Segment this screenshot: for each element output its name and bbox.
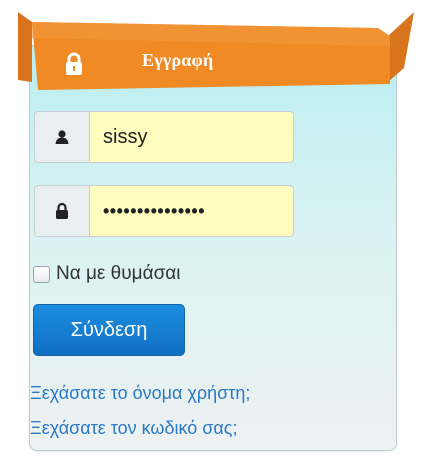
password-field[interactable]: ••••••••••••••• bbox=[34, 185, 294, 237]
forgot-password-link[interactable]: Ξεχάσατε τον κωδικό σας; bbox=[30, 418, 237, 439]
header-ribbon: Εγγραφή bbox=[18, 12, 414, 90]
remember-label: Να με θυμάσαι bbox=[56, 263, 181, 284]
username-field[interactable]: sissy bbox=[34, 111, 294, 163]
user-icon bbox=[35, 112, 90, 162]
remember-me[interactable]: Να με θυμάσαι bbox=[33, 263, 181, 285]
header-title: Εγγραφή bbox=[142, 50, 214, 70]
login-button[interactable]: Σύνδεση bbox=[33, 304, 185, 356]
username-value: sissy bbox=[103, 125, 148, 148]
password-value: ••••••••••••••• bbox=[103, 200, 206, 221]
lock-icon bbox=[35, 186, 90, 236]
forgot-username-link[interactable]: Ξεχάσατε το όνομα χρήστη; bbox=[30, 383, 250, 404]
lock-icon bbox=[61, 51, 87, 77]
remember-checkbox[interactable] bbox=[33, 265, 50, 283]
